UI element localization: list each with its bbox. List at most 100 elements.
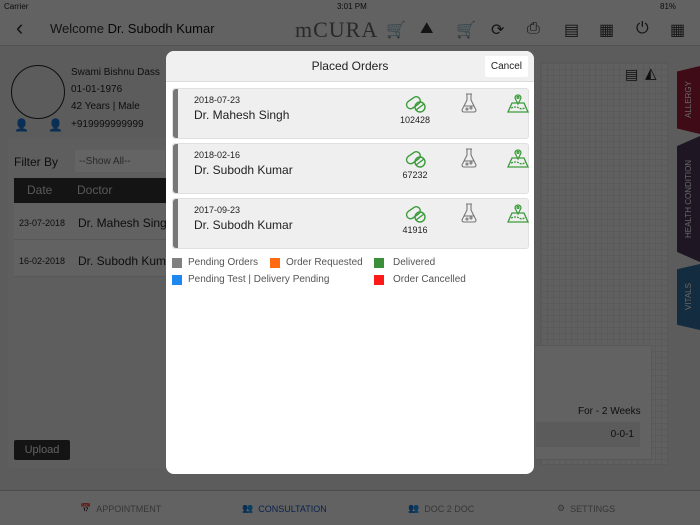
row-doctor: Dr. Mahesh Singh [78,216,169,230]
welcome-label: Welcome [50,21,104,36]
appointment-icon: 📅 [80,503,92,513]
flask-icon[interactable] [461,93,477,113]
row-doctor: Dr. Subodh Kumar [78,254,169,268]
cart-icon[interactable]: 🛒 [386,20,406,40]
order-date: 2018-07-23 [194,95,241,105]
tab-allergy[interactable]: ALLERGY [677,66,700,134]
duration: For - 2 Weeks [578,406,641,417]
col-doctor: Doctor [77,183,113,197]
order-row[interactable]: 2017-09-23 Dr. Subodh Kumar 41916 [172,198,529,249]
legend-order-requested: Order Requested [270,257,363,268]
legend-swatch [172,257,182,268]
pill-icon[interactable] [404,203,428,225]
upload-button[interactable]: Upload [14,440,70,460]
filter-label: Filter By [14,155,59,169]
tab-label: CONSULTATION [258,503,327,514]
tab-label: APPOINTMENT [96,503,162,514]
flask-icon[interactable] [461,203,477,223]
patient-age-gender: 42 Years | Male [71,101,140,112]
legend-swatch [374,274,384,285]
table-row[interactable]: 16-02-2018 Dr. Subodh Kumar [14,240,169,277]
table-header: Date Doctor [14,178,169,203]
map-icon[interactable]: ⛰ [420,20,433,38]
header: ‹ Welcome Dr. Subodh Kumar mCURA 🛒 ⛰ 🛒 ⟳… [0,12,700,46]
patient-name: Swami Bishnu Dass [71,67,160,78]
tab-health-condition[interactable]: HEALTH CONDITION [677,136,700,262]
tab-label: SETTINGS [570,503,616,514]
modal-header: Placed Orders Cancel [166,51,534,82]
settings-icon: ⚙ [557,503,566,513]
order-date: 2017-09-23 [194,205,241,215]
patient-dob: 01-01-1976 [71,84,123,95]
flip-icon[interactable]: ◭ [645,64,657,82]
calendar-icon[interactable]: ▦ [670,20,685,40]
modal-title: Placed Orders [311,59,389,73]
order-row[interactable]: 2018-02-16 Dr. Subodh Kumar 67232 [172,143,529,194]
patient-icon[interactable]: 👤 [14,118,29,132]
welcome-text: Welcome Dr. Subodh Kumar [50,21,215,36]
order-doctor: Dr. Subodh Kumar [194,218,293,232]
status-bar-indicator [173,89,178,138]
tab-bar: 📅 APPOINTMENT 👥 CONSULTATION 👥 DOC 2 DOC ⚙ S… [0,490,700,525]
legend-label: Order Requested [286,257,363,268]
legend-label: Delivered [393,257,436,268]
consultation-icon: 👥 [242,503,254,513]
order-date: 2018-02-16 [194,150,241,160]
time: 3:01 PM [337,2,367,11]
cancel-button[interactable]: Cancel [484,56,528,77]
legend-label: Pending Test | Delivery Pending [188,274,330,285]
back-icon[interactable]: ‹ [16,15,23,41]
legend-swatch [374,257,384,268]
edit-patient-icon[interactable]: 👤 [48,118,63,132]
avatar [11,65,65,119]
tab-label: DOC 2 DOC [424,503,475,514]
legend-pending-orders: Pending Orders [172,257,258,268]
flask-icon[interactable] [461,148,477,168]
legend-swatch [172,274,182,285]
order-number: 67232 [402,170,428,180]
logo: mCURA [295,17,379,42]
row-date: 23-07-2018 [19,218,66,228]
notes-icon[interactable]: ▤ [564,20,579,40]
table-row[interactable]: 23-07-2018 Dr. Mahesh Singh [14,203,169,240]
tab-doc2doc[interactable]: 👥 DOC 2 DOC [408,503,474,514]
patient-phone: +919999999999 [71,119,144,130]
order-number: 41916 [402,225,428,235]
legend-order-cancelled: Order Cancelled [374,274,466,285]
tab-vitals[interactable]: VITALS [677,264,700,330]
placed-orders-modal: Placed Orders Cancel 2018-07-23 Dr. Mahe… [166,51,534,474]
map-location-icon[interactable] [507,203,529,223]
map-location-icon[interactable] [507,93,529,113]
pill-icon[interactable] [404,148,428,170]
tab-appointment[interactable]: 📅 APPOINTMENT [80,503,161,514]
carrier: Carrier [4,2,29,11]
filter-select[interactable]: --Show All-- [75,150,165,172]
legend-swatch [270,257,280,268]
tab-settings[interactable]: ⚙ SETTINGS [557,503,615,514]
legend-pending-test: Pending Test | Delivery Pending [172,274,329,285]
grid-icon[interactable]: ▦ [599,20,614,40]
order-doctor: Dr. Subodh Kumar [194,163,293,177]
order-doctor: Dr. Mahesh Singh [194,108,290,122]
tab-consultation[interactable]: 👥 CONSULTATION [242,503,327,514]
order-row[interactable]: 2018-07-23 Dr. Mahesh Singh 102428 [172,88,529,139]
legend-label: Pending Orders [188,257,259,268]
order-number: 102428 [399,115,431,125]
map-location-icon[interactable] [507,148,529,168]
status-bar-indicator [173,144,178,193]
add-cart-icon[interactable]: 🛒 [456,20,476,40]
sync-icon[interactable]: ⟳ [491,20,504,40]
col-date: Date [27,183,53,197]
doc2doc-icon: 👥 [408,503,420,513]
power-icon[interactable]: ⏻ [636,20,649,38]
legend-delivered: Delivered [374,257,435,268]
pill-icon[interactable] [404,93,428,115]
document-icon[interactable]: ▤ [625,66,638,83]
doctor-name: Dr. Subodh Kumar [107,21,215,36]
row-date: 16-02-2018 [19,256,66,266]
print-icon[interactable]: ⎙ [527,20,540,38]
legend-label: Order Cancelled [393,274,466,285]
dosage: 0-0-1 [536,422,640,447]
status-bar-indicator [173,199,178,248]
battery: 81% [660,2,677,11]
